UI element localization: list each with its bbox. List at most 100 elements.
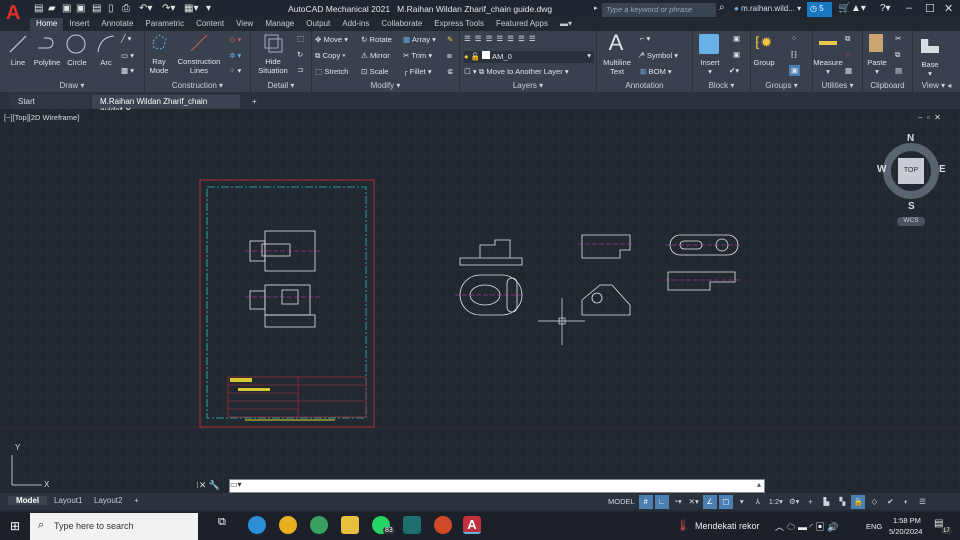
- multiline-text-button[interactable]: Multiline Text: [597, 58, 637, 76]
- publish-icon[interactable]: ▤: [92, 3, 101, 14]
- layers-panel-title[interactable]: Layers ▾: [460, 81, 596, 92]
- units-icon[interactable]: ▙: [819, 495, 833, 509]
- copy-base-icon[interactable]: ▤: [895, 66, 902, 75]
- tab-parametric[interactable]: Parametric: [139, 18, 190, 31]
- tab-add-ins[interactable]: Add-ins: [336, 18, 375, 31]
- calculator-icon[interactable]: ▦: [845, 66, 852, 75]
- customize-icon[interactable]: ▾: [206, 3, 211, 14]
- explode-icon[interactable]: ⧈: [447, 51, 452, 61]
- close-button[interactable]: ✕: [944, 2, 953, 15]
- tab-model[interactable]: Model: [8, 496, 48, 505]
- language-indicator[interactable]: ENG: [866, 522, 882, 531]
- mirror-button[interactable]: ⚠ Mirror: [361, 51, 390, 60]
- group-edit-icon[interactable]: ⁅⁆: [791, 50, 797, 59]
- arc-button[interactable]: Arc: [94, 58, 118, 67]
- search-input[interactable]: Type a keyword or phrase: [602, 3, 716, 17]
- view-panel-title[interactable]: View ▾ ◂: [913, 81, 960, 92]
- tab-start[interactable]: Start: [10, 95, 90, 109]
- tab-content[interactable]: Content: [190, 18, 230, 31]
- share-icon[interactable]: ▯: [108, 3, 114, 14]
- user-menu[interactable]: ● m.raihan.wild... ▾: [734, 4, 801, 13]
- copy-clip-icon[interactable]: ⧉: [895, 50, 900, 60]
- stretch-button[interactable]: ⬚ Stretch: [315, 67, 348, 76]
- new-icon[interactable]: ▤: [34, 3, 43, 14]
- panel-toggle-icon[interactable]: ▬▾: [554, 18, 578, 31]
- utilities-panel-title[interactable]: Utilities ▾: [813, 81, 862, 92]
- layer-dropdown[interactable]: ● 🔓 AM_0 ▾: [464, 51, 594, 63]
- move-button[interactable]: ✥ Move ▾: [315, 35, 348, 44]
- hide-situation-button[interactable]: Hide Situation: [253, 57, 293, 75]
- polyline-button[interactable]: Polyline: [30, 58, 64, 67]
- construction-panel-title[interactable]: Construction ▾: [145, 81, 250, 92]
- workspace-icon[interactable]: ▦▾: [184, 3, 198, 14]
- cut-icon[interactable]: ✂: [895, 34, 901, 43]
- group-button[interactable]: Group: [751, 58, 777, 67]
- compass-north[interactable]: N: [907, 133, 914, 144]
- cross-construction-icon[interactable]: ✲ ▾: [229, 51, 241, 60]
- maximize-button[interactable]: ☐: [925, 2, 935, 15]
- grid-icon[interactable]: #: [638, 495, 653, 509]
- tab-manage[interactable]: Manage: [259, 18, 300, 31]
- file-explorer-icon[interactable]: [341, 516, 359, 534]
- tab-layout1[interactable]: Layout1: [54, 496, 82, 505]
- autocad-taskbar-icon[interactable]: A: [463, 516, 481, 534]
- expand-arrow-icon[interactable]: ▸: [594, 4, 598, 12]
- new-layout-button[interactable]: +: [134, 496, 139, 505]
- viewcube-top-face[interactable]: TOP: [898, 158, 924, 184]
- rotate-button[interactable]: ↻ Rotate: [361, 35, 392, 44]
- open-icon[interactable]: ▰: [48, 3, 56, 14]
- tab-annotate[interactable]: Annotate: [95, 18, 139, 31]
- paste-button[interactable]: Paste ▾: [863, 58, 891, 76]
- tab-output[interactable]: Output: [300, 18, 336, 31]
- workspace-gear-icon[interactable]: ⚙▾: [787, 495, 802, 509]
- help-icon[interactable]: ?▾: [880, 3, 891, 14]
- customization-menu-icon[interactable]: ☰: [915, 495, 929, 509]
- modify-panel-title[interactable]: Modify ▾: [312, 81, 459, 92]
- chrome-profile-icon[interactable]: [310, 516, 328, 534]
- tab-home[interactable]: Home: [30, 18, 64, 31]
- group-select-icon[interactable]: ▣: [789, 65, 801, 76]
- minimize-button[interactable]: –: [906, 2, 912, 14]
- attribute-icon[interactable]: ✔▾: [729, 66, 739, 75]
- wcs-menu[interactable]: WCS: [897, 217, 925, 226]
- magnet-icon[interactable]: ∩: [845, 50, 850, 59]
- tab-collaborate[interactable]: Collaborate: [375, 18, 428, 31]
- base-view-button[interactable]: Base ▾: [915, 60, 945, 78]
- osnap-tracking-icon[interactable]: ✕▾: [687, 495, 701, 509]
- measure-button[interactable]: Measure ▾: [811, 58, 845, 76]
- object-snap-icon[interactable]: ▢: [718, 495, 733, 509]
- cart-icon[interactable]: 🛒: [838, 3, 850, 14]
- construction-lines-button[interactable]: Construction Lines: [173, 57, 225, 75]
- model-space-button[interactable]: MODEL: [606, 495, 637, 509]
- autocad-logo[interactable]: A: [6, 2, 24, 26]
- block-panel-title[interactable]: Block ▾: [693, 81, 750, 92]
- annotation-visibility-icon[interactable]: ⅄: [751, 495, 765, 509]
- object-snap-menu[interactable]: ▾: [735, 495, 749, 509]
- drawing-canvas[interactable]: [−][Top][2D Wireframe] Y X TOP N S E W W…: [0, 110, 960, 493]
- detail-panel-title[interactable]: Detail ▾: [251, 81, 311, 92]
- system-tray-icons[interactable]: ︿ ☁ ▬ ◜ ▣ 🔊: [775, 520, 838, 533]
- undo-icon[interactable]: ↶▾: [139, 3, 152, 14]
- tab-drawing[interactable]: M.Raihan Wildan Zharif_chain guide* ✕: [92, 95, 240, 115]
- command-input[interactable]: ▭▾ ▴: [229, 479, 765, 493]
- id-point-icon[interactable]: ⧉: [845, 34, 850, 44]
- create-block-icon[interactable]: ▣: [733, 34, 740, 43]
- array-button[interactable]: ▦ Array ▾: [403, 35, 436, 44]
- task-view-icon[interactable]: ⧉: [218, 516, 236, 534]
- notifications-button[interactable]: ◷ 5: [807, 2, 832, 17]
- new-tab-button[interactable]: +: [244, 95, 265, 109]
- search-icon[interactable]: ⌕: [719, 2, 725, 13]
- line-tool-icon[interactable]: ╱ ▾: [121, 34, 132, 43]
- lineweight-icon[interactable]: ∠: [702, 495, 717, 509]
- powerpoint-icon[interactable]: [434, 516, 452, 534]
- draw-panel-title[interactable]: Draw ▾: [0, 81, 144, 92]
- tab-express-tools[interactable]: Express Tools: [428, 18, 490, 31]
- clock-time[interactable]: 1:58 PM: [893, 516, 921, 525]
- compass-west[interactable]: W: [877, 164, 886, 175]
- weather-text[interactable]: Mendekati rekor: [695, 521, 760, 531]
- hatch-icon[interactable]: ▩ ▾: [121, 66, 134, 75]
- ray-mode-button[interactable]: Ray Mode: [145, 57, 173, 75]
- app-icon[interactable]: [403, 516, 421, 534]
- print-icon[interactable]: ⎙: [122, 3, 130, 14]
- tab-layout2[interactable]: Layout2: [94, 496, 122, 505]
